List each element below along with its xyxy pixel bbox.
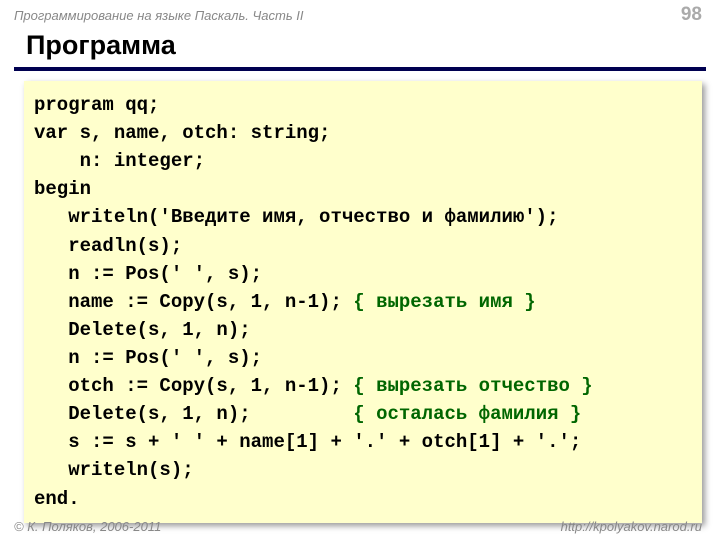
code-line: begin: [34, 175, 696, 203]
code-line: end.: [34, 485, 696, 513]
code-comment: { вырезать имя }: [353, 291, 535, 313]
slide-footer: © К. Поляков, 2006-2011 http://kpolyakov…: [0, 519, 720, 534]
code-line: n: integer;: [34, 147, 696, 175]
code-comment: { осталась фамилия }: [353, 403, 581, 425]
code-line: s := s + ' ' + name[1] + '.' + otch[1] +…: [34, 428, 696, 456]
code-line: Delete(s, 1, n); { осталась фамилия }: [34, 400, 696, 428]
code-line: name := Copy(s, 1, n-1); { вырезать имя …: [34, 288, 696, 316]
copyright: © К. Поляков, 2006-2011: [14, 519, 161, 534]
code-line: readln(s);: [34, 232, 696, 260]
slide-header: Программирование на языке Паскаль. Часть…: [0, 0, 720, 26]
course-title: Программирование на языке Паскаль. Часть…: [14, 8, 304, 23]
code-line: var s, name, otch: string;: [34, 119, 696, 147]
code-line: otch := Copy(s, 1, n-1); { вырезать отче…: [34, 372, 696, 400]
code-comment: { вырезать отчество }: [353, 375, 592, 397]
code-line: Delete(s, 1, n);: [34, 316, 696, 344]
code-line: n := Pos(' ', s);: [34, 260, 696, 288]
source-url: http://kpolyakov.narod.ru: [561, 519, 702, 534]
slide-title: Программа: [14, 30, 706, 71]
code-line: writeln(s);: [34, 456, 696, 484]
code-line: writeln('Введите имя, отчество и фамилию…: [34, 203, 696, 231]
page-number: 98: [681, 4, 702, 26]
code-line: n := Pos(' ', s);: [34, 344, 696, 372]
code-block: program qq;var s, name, otch: string; n:…: [24, 81, 702, 523]
code-line: program qq;: [34, 91, 696, 119]
